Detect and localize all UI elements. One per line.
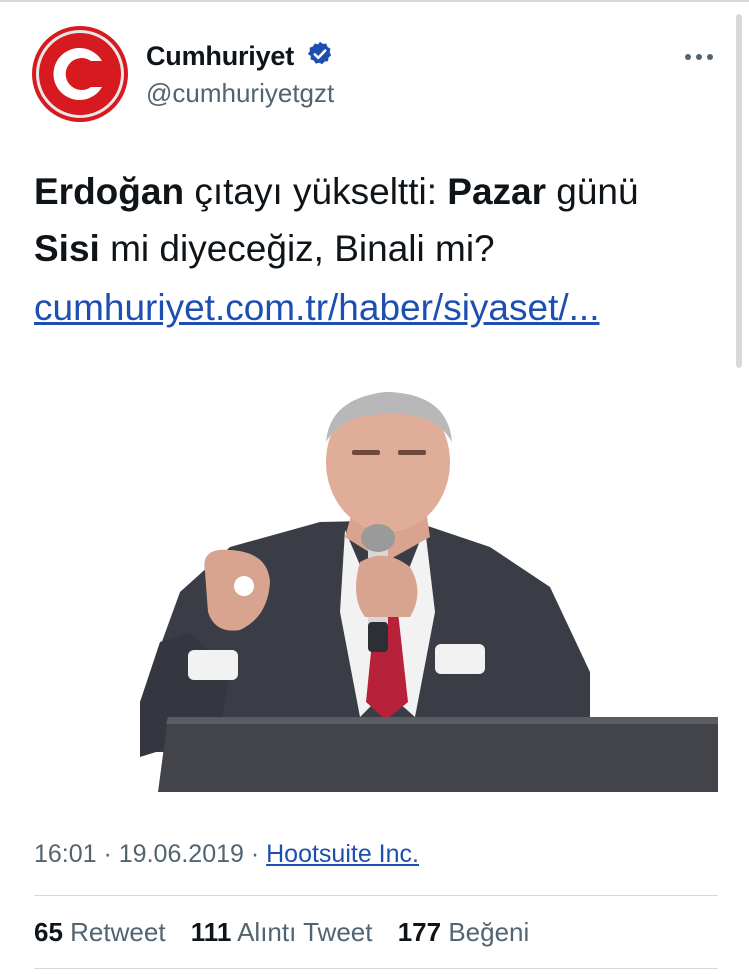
tweet-link[interactable]: cumhuriyet.com.tr/haber/siyaset/... <box>34 279 599 336</box>
retweet-count[interactable]: 65 Retweet <box>34 917 166 947</box>
tweet-media-photo[interactable] <box>30 372 718 792</box>
tweet-stats: 65 Retweet 111 Alıntı Tweet 177 Beğeni <box>34 917 547 948</box>
verified-badge-icon <box>307 41 332 65</box>
cumhuriyet-logo-icon <box>32 26 128 122</box>
avatar[interactable] <box>31 25 129 123</box>
account-handle[interactable]: @cumhuriyetgzt <box>146 78 334 109</box>
tweet-text: Erdoğan çıtayı yükseltti: Pazar günü Sis… <box>34 163 724 336</box>
quote-tweet-count[interactable]: 111 Alıntı Tweet <box>191 917 373 947</box>
meta-separator: · <box>96 840 119 868</box>
meta-separator: · <box>243 840 267 868</box>
divider <box>34 968 718 969</box>
like-count[interactable]: 177 Beğeni <box>398 917 530 947</box>
speaker-photo-icon <box>140 392 718 792</box>
tweet-text-part: mi diyeceğiz, Binali mi? <box>99 228 495 269</box>
tweet-source-link[interactable]: Hootsuite Inc. <box>266 840 419 868</box>
tweet-bold-day: Pazar <box>447 171 546 212</box>
divider <box>34 895 718 896</box>
tweet-bold-name: Erdoğan <box>34 171 185 212</box>
top-border <box>0 0 749 2</box>
tweet-bold-sisi: Sisi <box>34 228 100 269</box>
tweet-date[interactable]: 19.06.2019 <box>119 840 244 868</box>
account-name[interactable]: Cumhuriyet <box>146 41 294 72</box>
more-options-icon[interactable] <box>683 45 715 69</box>
tweet-text-part: günü <box>546 171 639 212</box>
tweet-meta: 16:01 · 19.06.2019 · Hootsuite Inc. <box>34 840 419 869</box>
tweet-text-part: çıtayı yükseltti: <box>184 171 448 212</box>
tweet-time: 16:01 <box>34 840 97 868</box>
scrollbar[interactable] <box>736 14 742 368</box>
